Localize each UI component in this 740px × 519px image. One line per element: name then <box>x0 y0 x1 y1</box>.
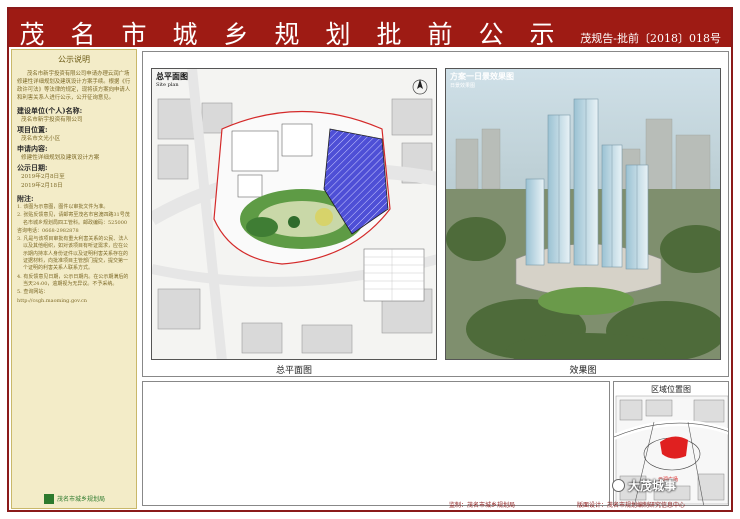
wechat-icon <box>612 479 625 492</box>
watermark-text: 大茂城事 <box>628 479 677 493</box>
plan-subtitle-text: Site plan <box>156 82 179 88</box>
date-label: 公示日期: <box>17 163 48 172</box>
site-plan-image: 总平面图 Site plan <box>151 68 437 360</box>
note-item: 2. 张贴反馈意见，请邮寄至茂名市官渡四路31号茂名市城乡规划局四工管科。邮政编… <box>17 212 130 226</box>
location-value: 茂名市文光小区 <box>21 136 61 142</box>
supervisor-credit: 监制：茂名市城乡规划局 <box>449 502 516 509</box>
date-start: 2019年2月8日至 <box>21 174 65 180</box>
document-number: 茂规告-批前〔2018〕018号 <box>580 32 721 45</box>
note-item: 4. 有反馈意见日期，公示日期内。在公示期满后的当天24:00，逾期视为无异议。… <box>17 273 129 287</box>
main-image-panel: 总平面图 Site plan 方案一日景效果图 日景效果图 总平面图 效果图 <box>142 51 729 377</box>
notice-sidebar: 公示说明 茂名市新宇投资有限公司申请办理云润广场修建性详细规划及建筑设计方案手续… <box>11 49 137 509</box>
notice-board: 茂名市城乡规划批前公示 茂规告-批前〔2018〕018号 公示说明 茂名市新宇投… <box>7 7 733 512</box>
application-label: 申请内容: <box>17 144 48 153</box>
render-subtitle-text: 日景效果图 <box>450 83 476 89</box>
location-label: 项目位置: <box>17 125 48 134</box>
sidebar-heading: 公示说明 <box>58 55 90 64</box>
site-plan-drawing <box>152 69 436 359</box>
designer-credit: 版面设计：茂名市规划编制研究信息中心 <box>577 502 686 509</box>
rendering-image: 方案一日景效果图 日景效果图 <box>445 68 721 360</box>
plan-image-title: 总平面图 Site plan <box>156 71 188 88</box>
date-end: 2019年2月18日 <box>21 183 63 189</box>
bureau-name: 茂名市城乡规划局 <box>57 495 106 503</box>
title-bar: 茂名市城乡规划批前公示 茂规告-批前〔2018〕018号 <box>9 9 731 49</box>
note-item: 3. 凡是与该项目审批有重大利害关系的公民、法人以及其他组织，如对该项目有听证需… <box>17 236 129 272</box>
applicant-label: 建设单位(个人)名称: <box>17 106 83 115</box>
notice-intro: 茂名市新宇投资有限公司申请办理云润广场修建性详细规划及建筑设计方案手续。根据《行… <box>17 71 131 101</box>
note-item: 1. 该图为示意图，图件以审批文件为准。 <box>17 204 109 210</box>
website-link[interactable]: http://csgh.maoming.gov.cn <box>17 298 131 305</box>
blank-panel <box>142 381 610 506</box>
render-image-title: 方案一日景效果图 日景效果图 <box>450 71 514 89</box>
page-title: 茂名市城乡规划批前公示 <box>19 20 581 49</box>
note-item: 咨询电话：0668-2982878 <box>17 227 79 234</box>
applicant-value: 茂名市新宇投资有限公司 <box>21 117 83 123</box>
notes-label: 附注: <box>17 194 34 203</box>
plan-title-text: 总平面图 <box>156 71 188 81</box>
bureau-logo-icon <box>44 494 54 504</box>
plan-caption: 总平面图 <box>275 366 312 376</box>
application-value: 修建性详细规划及建筑设计方案 <box>21 155 100 161</box>
render-caption: 效果图 <box>569 366 597 376</box>
rendering-drawing <box>446 69 720 359</box>
bureau-footer: 茂名市城乡规划局 <box>44 494 106 504</box>
render-title-text: 方案一日景效果图 <box>450 71 514 81</box>
note-item: 5. 查询网站： <box>17 289 49 296</box>
